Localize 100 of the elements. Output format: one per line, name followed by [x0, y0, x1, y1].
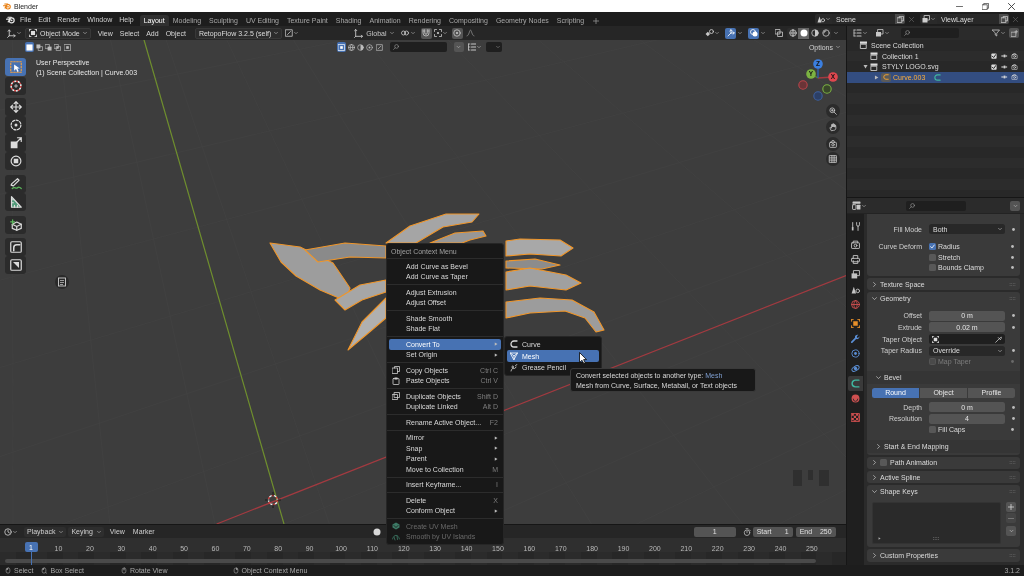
square-outline-icon[interactable] [285, 29, 294, 37]
tool-button[interactable] [5, 116, 26, 134]
properties-tab[interactable] [848, 237, 863, 252]
bell-curve-icon[interactable] [465, 29, 475, 37]
caret-icon[interactable] [1001, 31, 1005, 35]
menu-button[interactable] [1010, 200, 1020, 211]
caret-icon[interactable] [862, 203, 866, 208]
properties-tab[interactable] [848, 346, 863, 361]
tool-button[interactable] [5, 134, 26, 152]
selection-mode-button[interactable] [62, 42, 72, 52]
camera-icon[interactable] [1010, 63, 1018, 70]
stopwatch-icon[interactable] [742, 527, 751, 536]
clock-icon[interactable] [4, 527, 12, 536]
image-stack-icon[interactable] [875, 29, 884, 37]
dot-icon[interactable] [1010, 360, 1014, 364]
selection-mode-button[interactable] [53, 42, 63, 52]
dropdown-button[interactable] [453, 42, 464, 52]
properties-tab[interactable] [848, 410, 863, 425]
triangle-right-icon[interactable] [874, 74, 879, 80]
dot-icon[interactable] [1011, 417, 1015, 421]
proportional-edit-button[interactable] [451, 27, 463, 39]
selection-mode-button[interactable] [25, 42, 35, 52]
view-layer-selector-button[interactable] [920, 14, 937, 24]
tool-button[interactable] [5, 175, 26, 193]
new-scene-button[interactable] [895, 14, 905, 24]
camera-icon[interactable] [1010, 53, 1018, 60]
caret-icon[interactable] [442, 31, 447, 35]
tool-button[interactable] [5, 77, 26, 95]
shading-mode-button[interactable] [787, 27, 798, 39]
checked-box-icon[interactable] [991, 53, 997, 60]
menu-button[interactable] [1006, 526, 1016, 536]
checkbox[interactable] [929, 253, 936, 261]
toggle-button[interactable] [346, 42, 356, 52]
properties-tab[interactable] [848, 316, 863, 331]
dot-icon[interactable] [1011, 314, 1015, 318]
scene-selector-button[interactable] [815, 14, 832, 24]
caret-icon[interactable] [294, 31, 299, 35]
checkbox[interactable] [929, 264, 936, 272]
camera-icon[interactable] [826, 137, 840, 151]
dot-icon[interactable] [1010, 245, 1014, 249]
shading-mode-button[interactable] [809, 27, 820, 39]
dot-icon[interactable] [1011, 405, 1015, 409]
checked-box-icon[interactable] [991, 63, 997, 70]
toggle-button[interactable] [336, 42, 347, 52]
eye-icon[interactable] [1000, 63, 1008, 70]
selection-mode-button[interactable] [34, 42, 44, 52]
scrollbar[interactable] [5, 559, 816, 563]
eye-icon[interactable] [1000, 74, 1008, 81]
checkbox[interactable] [880, 459, 887, 467]
dot-icon[interactable] [1011, 227, 1015, 231]
tool-button[interactable] [5, 98, 26, 116]
toggle-button[interactable] [365, 42, 375, 52]
close-icon[interactable] [1007, 2, 1015, 10]
shading-mode-button[interactable] [798, 27, 809, 39]
minimize-icon[interactable] [955, 5, 963, 7]
overlays-toggle-button[interactable] [748, 27, 759, 39]
checkbox[interactable] [929, 243, 936, 251]
caret-icon[interactable] [410, 31, 415, 35]
tool-button[interactable] [5, 256, 26, 274]
properties-tab[interactable] [848, 376, 863, 391]
search-field[interactable] [901, 28, 959, 38]
tool-button[interactable] [5, 152, 26, 170]
dot-icon[interactable] [1011, 325, 1015, 329]
zoom-icon[interactable] [826, 104, 840, 118]
notepad-icon[interactable] [55, 275, 69, 289]
properties-tab[interactable] [848, 252, 863, 267]
tool-button[interactable] [5, 193, 26, 211]
new-view-layer-button[interactable] [999, 14, 1009, 24]
linked-circles-icon[interactable] [399, 29, 410, 37]
search-field[interactable] [906, 200, 966, 211]
camera-icon[interactable] [1010, 74, 1018, 81]
record-dot-icon[interactable] [372, 527, 381, 536]
eye-icon[interactable] [1000, 53, 1008, 60]
selection-mode-button[interactable] [43, 42, 54, 52]
new-collection-button[interactable] [1009, 28, 1019, 38]
caret-icon[interactable] [17, 31, 21, 35]
hand-icon[interactable] [826, 120, 840, 134]
snap-toggle-button[interactable] [420, 27, 432, 39]
xray-toggle-button[interactable] [773, 27, 784, 39]
toggle-button[interactable] [355, 42, 366, 52]
add-icon[interactable] [593, 17, 600, 24]
app-logo-icon[interactable] [6, 14, 15, 24]
resize-grip-icon[interactable] [933, 537, 939, 541]
grid-icon[interactable] [826, 152, 840, 166]
caret-icon[interactable] [834, 31, 838, 35]
triangle-down-icon[interactable] [863, 64, 868, 70]
object-field[interactable] [929, 334, 1005, 344]
filter-icon[interactable] [992, 29, 1000, 37]
dot-icon[interactable] [1010, 266, 1014, 270]
dot-icon[interactable] [1010, 428, 1014, 432]
caret-icon[interactable] [761, 31, 765, 35]
add-button[interactable] [1006, 502, 1016, 513]
caret-icon[interactable] [738, 31, 742, 35]
curve-icon[interactable] [934, 73, 942, 81]
caret-icon[interactable] [885, 31, 889, 35]
remove-button[interactable] [1006, 513, 1016, 524]
eyedropper-icon[interactable] [995, 335, 1002, 343]
caret-icon[interactable] [863, 31, 867, 35]
caret-icon[interactable] [715, 31, 719, 35]
search-field[interactable] [389, 42, 447, 52]
